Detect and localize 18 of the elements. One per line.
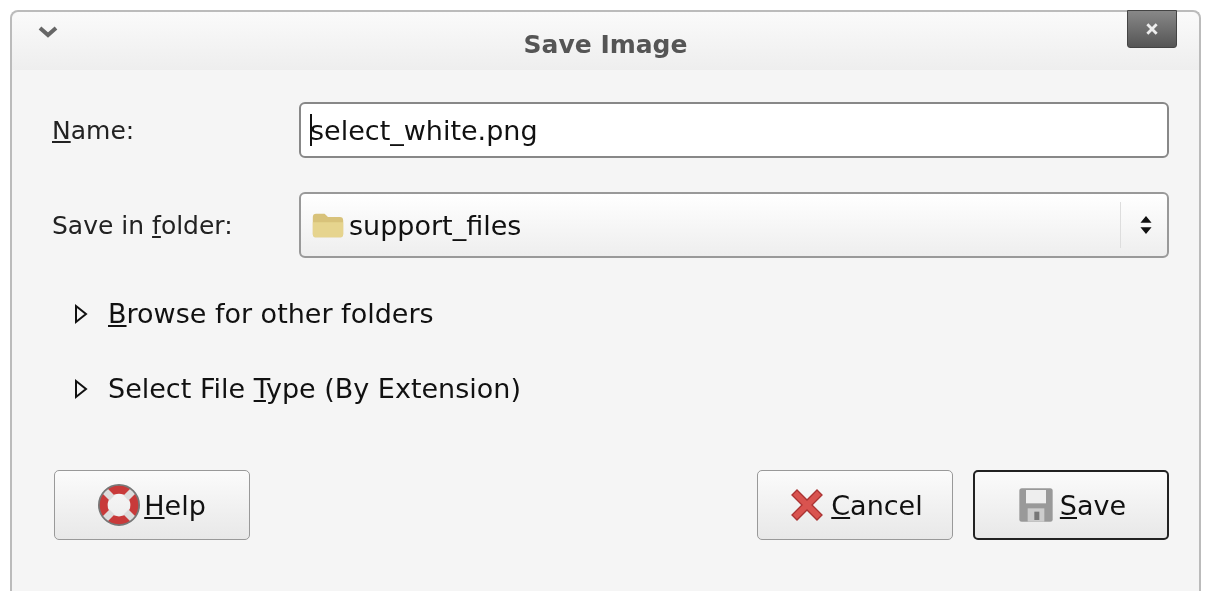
expander[interactable]: Browse for other folders	[52, 298, 434, 329]
up-down-arrows-icon	[1139, 215, 1153, 235]
chevron-down-icon[interactable]	[38, 26, 58, 38]
save-button[interactable]: Save	[973, 470, 1169, 540]
field-label: Name:	[52, 115, 136, 145]
field-label: Save in folder:	[52, 210, 234, 240]
close-button[interactable]	[1127, 10, 1177, 48]
close-icon	[1145, 22, 1159, 36]
cancel-button[interactable]: Cancel	[757, 470, 953, 540]
lifebuoy-icon	[98, 484, 141, 526]
triangle-right-icon	[74, 377, 88, 400]
folder-icon	[311, 211, 345, 239]
expander[interactable]: Select File Type (By Extension)	[52, 373, 521, 404]
triangle-right-icon	[74, 302, 88, 325]
window-title: Save Image	[523, 29, 688, 59]
name-field[interactable]: select_white.png	[299, 102, 1169, 158]
folder-dropdown[interactable]: support_files	[299, 192, 1169, 258]
help-button[interactable]: Help	[54, 470, 250, 540]
